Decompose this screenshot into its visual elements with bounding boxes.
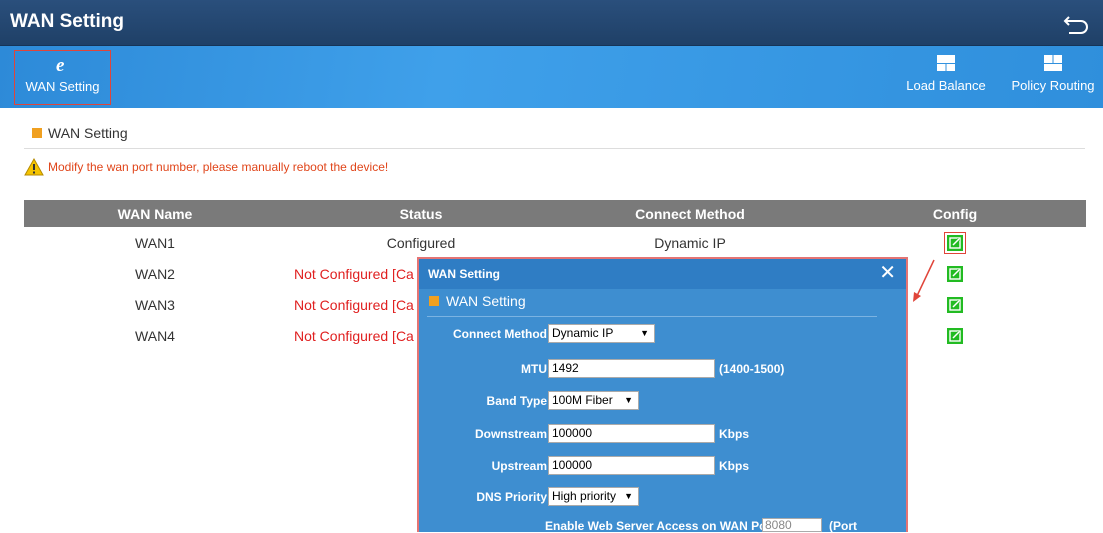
web-access-suffix: (Port: [829, 519, 857, 533]
back-icon[interactable]: [1061, 8, 1091, 38]
band-type-row: Band Type 100M Fiber: [419, 391, 908, 411]
web-port-input[interactable]: 8080: [762, 518, 822, 532]
downstream-label: Downstream: [474, 427, 547, 441]
tab-load-balance[interactable]: Load Balance: [896, 50, 996, 105]
connect-method-select[interactable]: Dynamic IP: [548, 324, 655, 343]
divider: [24, 148, 1085, 149]
section-title-text: WAN Setting: [48, 125, 128, 141]
config-cell: [824, 227, 1086, 258]
grid-icon: [1044, 55, 1062, 71]
dialog-header: WAN Setting ✕: [419, 259, 906, 289]
wan-name: WAN1: [135, 234, 175, 251]
divider: [427, 316, 877, 317]
close-icon[interactable]: ✕: [879, 263, 896, 283]
arrow-icon: [913, 259, 935, 302]
edit-icon[interactable]: [944, 232, 966, 255]
warning-text: Modify the wan port number, please manua…: [48, 160, 389, 174]
wan-name: WAN4: [135, 327, 175, 344]
ie-icon: e: [56, 55, 65, 73]
warning-icon: [24, 157, 44, 176]
upstream-label: Upstream: [491, 459, 547, 473]
svg-text:e: e: [56, 55, 65, 73]
upstream-unit: Kbps: [719, 459, 749, 473]
col-header-config: Config: [824, 200, 1086, 227]
edit-icon[interactable]: [947, 297, 963, 314]
mtu-row: MTU 1492 (1400-1500): [419, 359, 908, 379]
dns-priority-select[interactable]: High priority: [548, 487, 639, 506]
warning-message: Modify the wan port number, please manua…: [24, 157, 389, 176]
edit-icon[interactable]: [947, 328, 963, 345]
tab-wan-setting[interactable]: e WAN Setting: [14, 50, 111, 105]
dns-priority-label: DNS Priority: [476, 490, 547, 504]
col-header-wan-name: WAN Name: [24, 200, 286, 227]
band-type-label: Band Type: [486, 394, 547, 408]
downstream-input[interactable]: 100000: [548, 424, 715, 443]
section-title: WAN Setting: [32, 125, 128, 141]
connect-method-value: Dynamic IP: [552, 326, 614, 340]
dialog-subtitle-text: WAN Setting: [446, 293, 526, 309]
table-header-row: WAN Name Status Connect Method Config: [24, 200, 1086, 227]
wan-status: Configured: [386, 234, 456, 251]
mtu-input[interactable]: 1492: [548, 359, 715, 378]
toolbar: e WAN Setting Load Balance Policy Routin…: [0, 46, 1103, 108]
col-header-status: Status: [286, 200, 556, 227]
band-type-value: 100M Fiber: [552, 393, 613, 407]
grid-icon: [937, 55, 955, 71]
window-title: WAN Setting: [10, 11, 124, 32]
web-access-label: Enable Web Server Access on WAN Port:: [545, 519, 780, 533]
wan-name: WAN3: [135, 296, 175, 313]
dns-priority-row: DNS Priority High priority: [419, 487, 908, 507]
table-row: WAN1 Configured Dynamic IP: [24, 227, 1086, 258]
wan-name: WAN2: [135, 265, 175, 282]
dns-priority-value: High priority: [552, 489, 617, 503]
tab-label: Policy Routing: [1011, 78, 1095, 93]
tab-label: WAN Setting: [25, 79, 100, 94]
wan-connect-method: Dynamic IP: [654, 234, 726, 251]
mtu-range: (1400-1500): [719, 362, 785, 376]
square-bullet-icon: [429, 296, 439, 306]
dialog-title: WAN Setting: [428, 267, 500, 281]
wan-setting-dialog: WAN Setting ✕ WAN Setting Connect Method…: [417, 257, 908, 533]
mtu-label: MTU: [521, 362, 547, 376]
connect-method-label: Connect Method: [453, 327, 547, 341]
dialog-subtitle: WAN Setting: [429, 293, 526, 309]
title-bar: WAN Setting: [0, 0, 1103, 46]
tab-policy-routing[interactable]: Policy Routing: [1003, 50, 1103, 105]
band-type-select[interactable]: 100M Fiber: [548, 391, 639, 410]
connect-method-row: Connect Method Dynamic IP: [419, 324, 908, 344]
upstream-input[interactable]: 100000: [548, 456, 715, 475]
downstream-unit: Kbps: [719, 427, 749, 441]
downstream-row: Downstream 100000 Kbps: [419, 424, 908, 444]
edit-icon[interactable]: [947, 266, 963, 283]
square-bullet-icon: [32, 128, 42, 138]
col-header-connect-method: Connect Method: [556, 200, 824, 227]
upstream-row: Upstream 100000 Kbps: [419, 456, 908, 476]
tab-label: Load Balance: [906, 78, 986, 93]
